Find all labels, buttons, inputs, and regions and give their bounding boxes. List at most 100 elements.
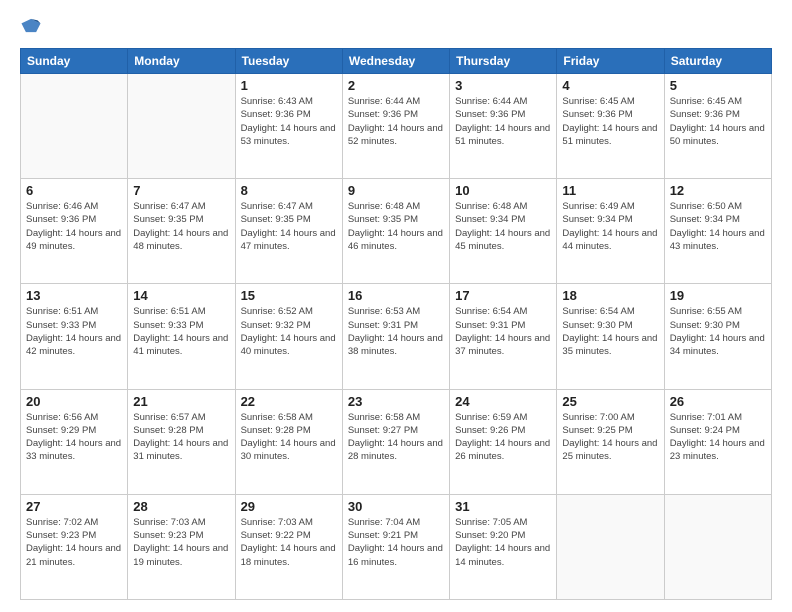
calendar-cell: 15Sunrise: 6:52 AM Sunset: 9:32 PM Dayli… <box>235 284 342 389</box>
day-number: 30 <box>348 499 444 514</box>
calendar-cell <box>128 74 235 179</box>
day-number: 21 <box>133 394 229 409</box>
day-number: 6 <box>26 183 122 198</box>
day-info: Sunrise: 6:58 AM Sunset: 9:27 PM Dayligh… <box>348 411 444 464</box>
calendar-cell: 18 Sunrise: 6:54 AM Sunset: 9:30 PM Dayli… <box>557 284 664 389</box>
calendar-cell: 1 Sunrise: 6:43 AM Sunset: 9:36 PM Daylig… <box>235 74 342 179</box>
day-info: Sunrise: 7:01 AM Sunset: 9:24 PM Dayligh… <box>670 411 766 464</box>
day-number: 4 <box>562 78 658 93</box>
day-number: 23 <box>348 394 444 409</box>
day-number: 14 <box>133 288 229 303</box>
calendar-cell: 16 Sunrise: 6:53 AM Sunset: 9:31 PM Dayli… <box>342 284 449 389</box>
day-number: 18 <box>562 288 658 303</box>
day-number: 1 <box>241 78 337 93</box>
day-info: Sunrise: 6:48 AM Sunset: 9:34 PM Dayligh… <box>455 200 551 253</box>
calendar-cell: 27 Sunrise: 7:02 AM Sunset: 9:23 PM Dayli… <box>21 494 128 599</box>
week-row-4: 20 Sunrise: 6:56 AM Sunset: 9:29 PM Dayli… <box>21 389 772 494</box>
day-info: Sunrise: 6:56 AM Sunset: 9:29 PM Dayligh… <box>26 411 122 464</box>
day-info: Sunrise: 6:55 AM Sunset: 9:30 PM Dayligh… <box>670 305 766 358</box>
calendar-cell: 29Sunrise: 7:03 AM Sunset: 9:22 PM Dayli… <box>235 494 342 599</box>
day-number: 12 <box>670 183 766 198</box>
day-number: 26 <box>670 394 766 409</box>
calendar-cell: 24Sunrise: 6:59 AM Sunset: 9:26 PM Dayli… <box>450 389 557 494</box>
day-info: Sunrise: 6:44 AM Sunset: 9:36 PM Dayligh… <box>348 95 444 148</box>
day-info: Sunrise: 7:03 AM Sunset: 9:23 PM Dayligh… <box>133 516 229 569</box>
week-row-5: 27 Sunrise: 7:02 AM Sunset: 9:23 PM Dayli… <box>21 494 772 599</box>
weekday-wednesday: Wednesday <box>342 49 449 74</box>
calendar-cell: 3 Sunrise: 6:44 AM Sunset: 9:36 PM Daylig… <box>450 74 557 179</box>
week-row-1: 1 Sunrise: 6:43 AM Sunset: 9:36 PM Daylig… <box>21 74 772 179</box>
calendar-cell <box>664 494 771 599</box>
weekday-sunday: Sunday <box>21 49 128 74</box>
calendar-cell: 22 Sunrise: 6:58 AM Sunset: 9:28 PM Dayli… <box>235 389 342 494</box>
day-info: Sunrise: 6:44 AM Sunset: 9:36 PM Dayligh… <box>455 95 551 148</box>
day-number: 25 <box>562 394 658 409</box>
day-number: 27 <box>26 499 122 514</box>
weekday-tuesday: Tuesday <box>235 49 342 74</box>
calendar-cell: 5Sunrise: 6:45 AM Sunset: 9:36 PM Daylig… <box>664 74 771 179</box>
day-number: 28 <box>133 499 229 514</box>
day-info: Sunrise: 7:05 AM Sunset: 9:20 PM Dayligh… <box>455 516 551 569</box>
day-number: 20 <box>26 394 122 409</box>
day-info: Sunrise: 6:58 AM Sunset: 9:28 PM Dayligh… <box>241 411 337 464</box>
day-info: Sunrise: 6:51 AM Sunset: 9:33 PM Dayligh… <box>133 305 229 358</box>
day-info: Sunrise: 6:46 AM Sunset: 9:36 PM Dayligh… <box>26 200 122 253</box>
calendar-cell: 2 Sunrise: 6:44 AM Sunset: 9:36 PM Daylig… <box>342 74 449 179</box>
day-info: Sunrise: 6:53 AM Sunset: 9:31 PM Dayligh… <box>348 305 444 358</box>
day-number: 15 <box>241 288 337 303</box>
day-info: Sunrise: 6:47 AM Sunset: 9:35 PM Dayligh… <box>241 200 337 253</box>
weekday-saturday: Saturday <box>664 49 771 74</box>
day-number: 7 <box>133 183 229 198</box>
day-number: 19 <box>670 288 766 303</box>
weekday-monday: Monday <box>128 49 235 74</box>
calendar-cell: 8 Sunrise: 6:47 AM Sunset: 9:35 PM Daylig… <box>235 179 342 284</box>
calendar-cell <box>557 494 664 599</box>
day-info: Sunrise: 6:50 AM Sunset: 9:34 PM Dayligh… <box>670 200 766 253</box>
day-number: 5 <box>670 78 766 93</box>
day-number: 22 <box>241 394 337 409</box>
calendar-cell: 28 Sunrise: 7:03 AM Sunset: 9:23 PM Dayli… <box>128 494 235 599</box>
logo <box>20 16 46 38</box>
day-number: 13 <box>26 288 122 303</box>
day-number: 8 <box>241 183 337 198</box>
weekday-header-row: SundayMondayTuesdayWednesdayThursdayFrid… <box>21 49 772 74</box>
day-info: Sunrise: 6:48 AM Sunset: 9:35 PM Dayligh… <box>348 200 444 253</box>
calendar-cell: 20 Sunrise: 6:56 AM Sunset: 9:29 PM Dayli… <box>21 389 128 494</box>
page-header <box>20 16 772 38</box>
calendar-cell: 4 Sunrise: 6:45 AM Sunset: 9:36 PM Daylig… <box>557 74 664 179</box>
day-number: 16 <box>348 288 444 303</box>
day-number: 24 <box>455 394 551 409</box>
day-info: Sunrise: 6:51 AM Sunset: 9:33 PM Dayligh… <box>26 305 122 358</box>
calendar-cell: 7Sunrise: 6:47 AM Sunset: 9:35 PM Daylig… <box>128 179 235 284</box>
calendar-cell: 9 Sunrise: 6:48 AM Sunset: 9:35 PM Daylig… <box>342 179 449 284</box>
calendar-cell: 10 Sunrise: 6:48 AM Sunset: 9:34 PM Dayli… <box>450 179 557 284</box>
day-number: 11 <box>562 183 658 198</box>
week-row-2: 6 Sunrise: 6:46 AM Sunset: 9:36 PM Daylig… <box>21 179 772 284</box>
calendar-cell: 13 Sunrise: 6:51 AM Sunset: 9:33 PM Dayli… <box>21 284 128 389</box>
day-info: Sunrise: 7:00 AM Sunset: 9:25 PM Dayligh… <box>562 411 658 464</box>
calendar-cell: 30 Sunrise: 7:04 AM Sunset: 9:21 PM Dayli… <box>342 494 449 599</box>
calendar-cell: 21Sunrise: 6:57 AM Sunset: 9:28 PM Dayli… <box>128 389 235 494</box>
day-number: 10 <box>455 183 551 198</box>
day-info: Sunrise: 6:54 AM Sunset: 9:31 PM Dayligh… <box>455 305 551 358</box>
day-info: Sunrise: 6:45 AM Sunset: 9:36 PM Dayligh… <box>562 95 658 148</box>
weekday-thursday: Thursday <box>450 49 557 74</box>
calendar-cell: 17 Sunrise: 6:54 AM Sunset: 9:31 PM Dayli… <box>450 284 557 389</box>
calendar-body: 1 Sunrise: 6:43 AM Sunset: 9:36 PM Daylig… <box>21 74 772 600</box>
calendar-cell: 19 Sunrise: 6:55 AM Sunset: 9:30 PM Dayli… <box>664 284 771 389</box>
day-number: 3 <box>455 78 551 93</box>
day-info: Sunrise: 7:03 AM Sunset: 9:22 PM Dayligh… <box>241 516 337 569</box>
day-number: 9 <box>348 183 444 198</box>
day-number: 2 <box>348 78 444 93</box>
calendar-cell: 25 Sunrise: 7:00 AM Sunset: 9:25 PM Dayli… <box>557 389 664 494</box>
day-info: Sunrise: 6:54 AM Sunset: 9:30 PM Dayligh… <box>562 305 658 358</box>
day-number: 17 <box>455 288 551 303</box>
day-info: Sunrise: 6:49 AM Sunset: 9:34 PM Dayligh… <box>562 200 658 253</box>
calendar-cell: 26 Sunrise: 7:01 AM Sunset: 9:24 PM Dayli… <box>664 389 771 494</box>
day-info: Sunrise: 7:02 AM Sunset: 9:23 PM Dayligh… <box>26 516 122 569</box>
calendar-table: SundayMondayTuesdayWednesdayThursdayFrid… <box>20 48 772 600</box>
day-info: Sunrise: 7:04 AM Sunset: 9:21 PM Dayligh… <box>348 516 444 569</box>
calendar-cell: 6 Sunrise: 6:46 AM Sunset: 9:36 PM Daylig… <box>21 179 128 284</box>
day-info: Sunrise: 6:43 AM Sunset: 9:36 PM Dayligh… <box>241 95 337 148</box>
logo-icon <box>20 16 42 38</box>
